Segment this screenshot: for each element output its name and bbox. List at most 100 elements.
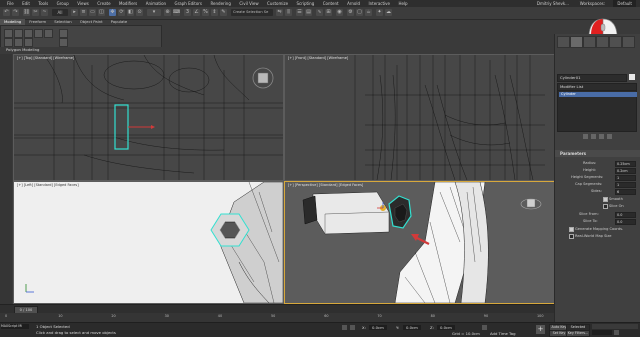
create-tab-icon[interactable] [557, 36, 570, 48]
place-icon[interactable]: ⊙ [136, 9, 143, 16]
menu-group[interactable]: Group [57, 0, 69, 7]
slice-from-spinner[interactable]: 0.0 [615, 212, 636, 218]
rendered-frame-icon[interactable]: ▢ [356, 9, 363, 16]
ribbon-vertex-icon[interactable] [4, 29, 13, 38]
menu-tools[interactable]: Tools [38, 0, 48, 7]
menu-interactive[interactable]: Interactive [368, 0, 390, 7]
ribbon-tool-icon[interactable] [14, 38, 23, 47]
track-bar[interactable]: 0 10 20 30 40 50 60 70 80 90 100 [0, 313, 554, 322]
remove-modifier-icon[interactable] [607, 134, 612, 139]
gen-mapping-checkbox[interactable] [569, 227, 574, 232]
ribbon-tool-icon[interactable] [59, 29, 68, 38]
menu-arnold[interactable]: Arnold [347, 0, 360, 7]
reference-coord-dropdown[interactable]: ▾ [147, 9, 161, 16]
ribbon-tool-icon[interactable] [24, 38, 33, 47]
schematic-view-icon[interactable]: ⊞ [325, 9, 332, 16]
real-world-checkbox[interactable] [569, 234, 574, 239]
menu-views[interactable]: Views [77, 0, 89, 7]
viewport-top-label[interactable]: [+] [Top] [Standard] [Wireframe] [17, 56, 74, 60]
unlink-icon[interactable]: ✂ [32, 9, 39, 16]
utilities-tab-icon[interactable] [622, 36, 635, 48]
motion-tab-icon[interactable] [596, 36, 609, 48]
menu-civil-view[interactable]: Civil View [239, 0, 258, 7]
ribbon-tool-icon[interactable] [59, 38, 68, 47]
y-coord-field[interactable]: 0.0cm [403, 325, 421, 330]
spinner-snap-icon[interactable]: ⇕ [211, 9, 218, 16]
hierarchy-tab-icon[interactable] [583, 36, 596, 48]
z-coord-field[interactable]: 0.0cm [437, 325, 455, 330]
isolate-selection-icon[interactable] [342, 325, 347, 330]
x-coord-field[interactable]: 0.0cm [369, 325, 387, 330]
render-setup-icon[interactable]: ⚙ [347, 9, 354, 16]
modify-tab-icon[interactable] [570, 36, 583, 48]
ribbon-element-icon[interactable] [44, 29, 53, 38]
edit-named-selection-icon[interactable]: ✎ [220, 9, 227, 16]
add-time-tag[interactable]: Add Time Tag [490, 331, 515, 336]
menu-scripting[interactable]: Scripting [296, 0, 314, 7]
link-icon[interactable]: ⛓ [23, 9, 30, 16]
menu-graph-editors[interactable]: Graph Editors [175, 0, 202, 7]
ribbon-tool-icon[interactable] [4, 38, 13, 47]
menu-customize[interactable]: Customize [267, 0, 288, 7]
menu-create[interactable]: Create [97, 0, 110, 7]
scale-icon[interactable]: ◧ [127, 9, 134, 16]
render-cloud-icon[interactable]: ☁ [385, 9, 392, 16]
display-tab-icon[interactable] [609, 36, 622, 48]
select-by-name-icon[interactable]: ≡ [80, 9, 87, 16]
menu-animation[interactable]: Animation [146, 0, 166, 7]
maxscript-listener[interactable]: MAXScript Mi [1, 324, 29, 329]
smooth-checkbox[interactable] [603, 197, 608, 202]
menu-help[interactable]: Help [398, 0, 407, 7]
viewport-left[interactable]: [+] [Left] [Standard] [Edged Faces] [13, 181, 284, 304]
scene-explorer-icon[interactable]: ☰ [296, 9, 303, 16]
height-spinner[interactable]: 0.2cm [615, 168, 636, 174]
workspace-select[interactable]: Default [613, 0, 636, 7]
material-editor-icon[interactable]: ◉ [336, 9, 343, 16]
viewport-perspective[interactable]: [+] [Perspective] [Standard] [Edged Face… [284, 181, 555, 304]
object-name-field[interactable]: Cylinder01 [557, 74, 627, 82]
mirror-icon[interactable]: ⇋ [276, 9, 283, 16]
current-frame-field[interactable] [592, 330, 612, 335]
viewport-front[interactable]: [+] [Front] [Standard] [Wireframe] [284, 54, 555, 181]
time-tag-icon[interactable] [482, 325, 487, 330]
menu-file[interactable]: File [7, 0, 14, 7]
move-icon[interactable]: ✥ [109, 9, 116, 16]
show-end-result-icon[interactable] [591, 134, 596, 139]
pivot-center-icon[interactable]: ⊕ [164, 9, 171, 16]
select-object-icon[interactable]: ▸ [71, 9, 78, 16]
cap-segments-spinner[interactable]: 1 [615, 182, 636, 188]
bind-space-warp-icon[interactable]: ~ [41, 9, 48, 16]
selection-filter-dropdown[interactable]: All [52, 9, 68, 16]
curve-editor-icon[interactable]: ∿ [316, 9, 323, 16]
object-color-swatch[interactable] [629, 74, 635, 80]
pin-stack-icon[interactable] [583, 134, 588, 139]
slice-to-spinner[interactable]: 0.0 [615, 219, 636, 225]
named-selection-set-input[interactable]: Create Selection Se [231, 9, 273, 16]
sides-spinner[interactable]: 6 [615, 189, 636, 195]
menu-modifiers[interactable]: Modifiers [119, 0, 137, 7]
angle-snap-icon[interactable]: ∠ [193, 9, 200, 16]
snaps-3d-icon[interactable]: 3 [184, 9, 191, 16]
percent-snap-icon[interactable]: % [202, 9, 209, 16]
polygon-modeling-panel-label[interactable]: Polygon Modeling [0, 47, 166, 53]
selection-lock-icon[interactable] [350, 325, 355, 330]
arnold-render-icon[interactable]: ✦ [376, 9, 383, 16]
make-unique-icon[interactable] [599, 134, 604, 139]
playback-controls[interactable] [592, 324, 638, 329]
redo-icon[interactable]: ↷ [12, 9, 19, 16]
menu-edit[interactable]: Edit [22, 0, 30, 7]
parameters-rollout-header[interactable]: Parameters [555, 150, 640, 157]
rect-selection-icon[interactable]: ▭ [89, 9, 96, 16]
ribbon-border-icon[interactable] [24, 29, 33, 38]
viewport-front-label[interactable]: [+] [Front] [Standard] [Wireframe] [288, 56, 348, 60]
set-key-icon[interactable]: + [536, 325, 545, 334]
menu-rendering[interactable]: Rendering [210, 0, 230, 7]
undo-icon[interactable]: ↶ [3, 9, 10, 16]
viewport-left-label[interactable]: [+] [Left] [Standard] [Edged Faces] [17, 183, 79, 187]
layer-explorer-icon[interactable]: ▤ [305, 9, 312, 16]
time-config-icon[interactable] [614, 330, 619, 335]
height-segments-spinner[interactable]: 1 [615, 175, 636, 181]
user-account[interactable]: Dmitriy Shevk... [537, 0, 569, 7]
ribbon-edge-icon[interactable] [14, 29, 23, 38]
slice-on-checkbox[interactable] [603, 204, 608, 209]
